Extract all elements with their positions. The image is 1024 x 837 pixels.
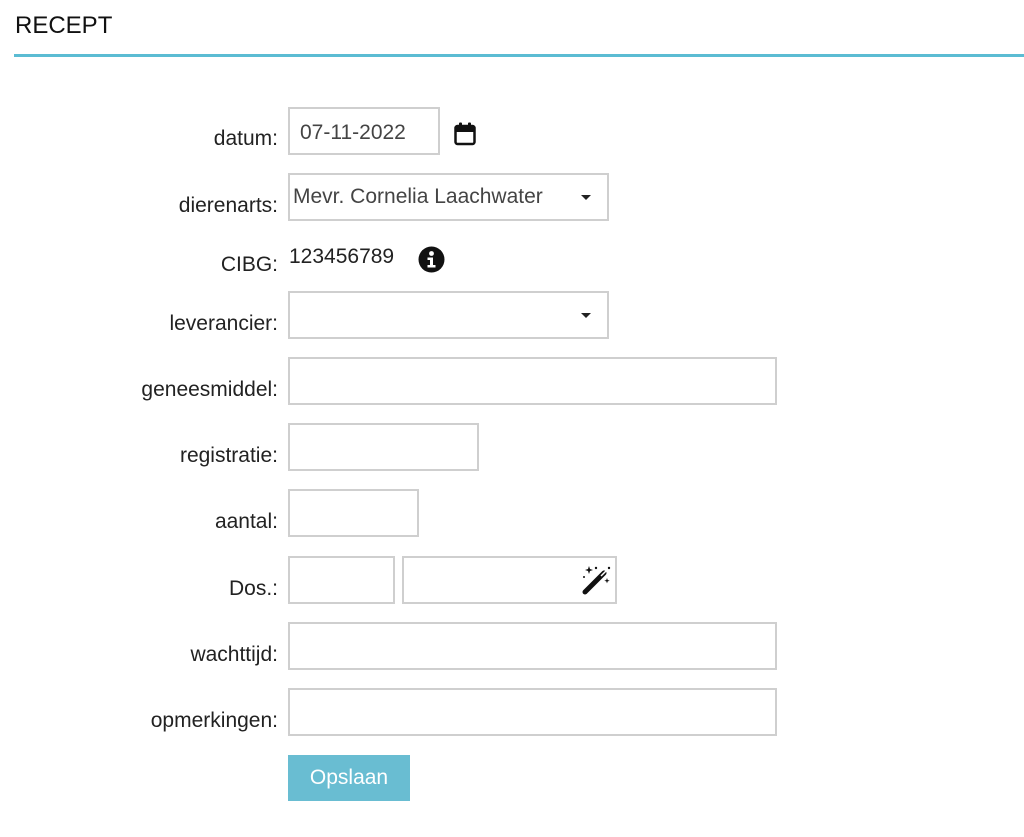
geneesmiddel-label: geneesmiddel: (141, 378, 278, 401)
cibg-label: CIBG: (220, 253, 278, 276)
dierenarts-value: Mevr. Cornelia Laachwater (293, 185, 543, 208)
cibg-value: 123456789 (289, 245, 395, 268)
opmerkingen-input[interactable] (288, 688, 777, 736)
magic-wand-icon[interactable] (582, 565, 612, 600)
leverancier-label: leverancier: (169, 312, 278, 335)
registratie-input[interactable] (288, 423, 479, 471)
dierenarts-select[interactable]: Mevr. Cornelia Laachwater (288, 173, 609, 221)
datum-label: datum: (213, 127, 278, 150)
aantal-input[interactable] (288, 489, 419, 537)
page-title: RECEPT (15, 12, 113, 39)
dos-amount-input[interactable] (288, 556, 395, 604)
leverancier-select[interactable] (288, 291, 609, 339)
chevron-down-icon (581, 313, 591, 318)
info-icon[interactable] (418, 246, 445, 278)
registratie-label: registratie: (179, 444, 278, 467)
datum-input[interactable]: 07-11-2022 (288, 107, 440, 155)
datum-value: 07-11-2022 (300, 121, 406, 144)
dierenarts-label: dierenarts: (178, 194, 278, 217)
opmerkingen-label: opmerkingen: (150, 709, 278, 732)
wachttijd-label: wachttijd: (190, 643, 278, 666)
save-button[interactable]: Opslaan (288, 755, 410, 801)
header-divider (14, 54, 1024, 57)
chevron-down-icon (581, 195, 591, 200)
dos-label: Dos.: (228, 577, 278, 600)
wachttijd-input[interactable] (288, 622, 777, 670)
calendar-icon[interactable] (454, 122, 476, 151)
aantal-label: aantal: (214, 510, 278, 533)
geneesmiddel-input[interactable] (288, 357, 777, 405)
